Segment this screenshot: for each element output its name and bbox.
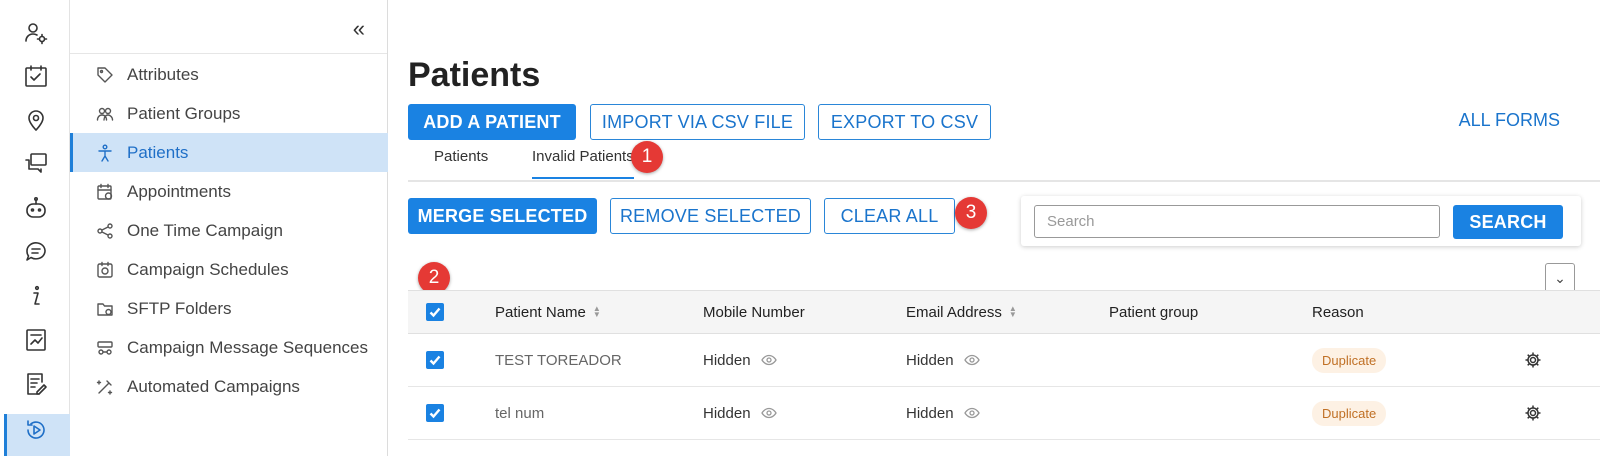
nav-item-label: Patient Groups — [127, 103, 241, 123]
tab-invalid-patients[interactable]: Invalid Patients — [532, 148, 634, 179]
chat-bubbles-icon[interactable] — [21, 149, 51, 179]
nav-item-automated-campaigns[interactable]: Automated Campaigns — [70, 367, 388, 406]
nav-header: « — [70, 0, 387, 54]
report-icon[interactable] — [21, 325, 51, 355]
page-title: Patients — [408, 56, 541, 94]
message-icon[interactable] — [21, 237, 51, 267]
person-icon — [95, 143, 115, 163]
robot-icon[interactable] — [21, 193, 51, 223]
row-checkbox[interactable] — [426, 334, 444, 386]
export-csv-button[interactable]: EXPORT TO CSV — [818, 104, 991, 140]
nav-item-patients[interactable]: Patients — [70, 133, 388, 172]
chevron-down-icon[interactable]: ⌄ — [1545, 263, 1575, 293]
mobile-cell: Hidden — [703, 387, 777, 439]
gear-icon[interactable] — [1524, 334, 1542, 386]
automation-icon — [95, 377, 115, 397]
tab-patients[interactable]: Patients — [434, 148, 488, 177]
nav-item-patient-groups[interactable]: Patient Groups — [70, 94, 388, 133]
table-row: TEST TOREADOR Hidden Hidden Duplicate — [408, 334, 1600, 387]
nav-item-campaign-schedules[interactable]: Campaign Schedules — [70, 250, 388, 289]
callout-badge-1: 1 — [631, 141, 663, 173]
user-settings-icon[interactable] — [21, 18, 51, 48]
patient-name-cell: tel num — [495, 404, 545, 422]
map-pin-icon[interactable] — [21, 105, 51, 135]
info-icon[interactable] — [21, 281, 51, 311]
import-csv-button[interactable]: IMPORT VIA CSV FILE — [590, 104, 805, 140]
collapse-icon[interactable]: « — [353, 16, 365, 42]
email-cell: Hidden — [906, 387, 980, 439]
sequence-icon — [95, 338, 115, 358]
invalid-patients-table: Patient Name ▲ ▼ Mobile Number Email Addr… — [408, 290, 1600, 440]
column-header-patient-group: Patient group — [1109, 303, 1199, 321]
nav-item-label: SFTP Folders — [127, 298, 232, 318]
nav-item-campaign-message-sequences[interactable]: Campaign Message Sequences — [70, 328, 388, 367]
add-patient-button[interactable]: ADD A PATIENT — [408, 104, 576, 140]
column-header-patient-name[interactable]: Patient Name ▲ ▼ — [495, 291, 601, 333]
main-content: Patients ADD A PATIENT IMPORT VIA CSV FI… — [388, 0, 1600, 456]
column-header-mobile-number: Mobile Number — [703, 303, 805, 321]
edit-form-icon[interactable] — [21, 369, 51, 399]
column-header-reason: Reason — [1312, 303, 1364, 321]
sort-icon[interactable]: ▲ ▼ — [593, 305, 601, 319]
search-panel: SEARCH — [1021, 196, 1581, 246]
reason-cell: Duplicate — [1312, 387, 1387, 439]
nav-item-attributes[interactable]: Attributes — [70, 55, 388, 94]
status-badge: Duplicate — [1312, 347, 1387, 373]
email-cell: Hidden — [906, 334, 980, 386]
tabs: Patients Invalid Patients — [408, 140, 1600, 182]
share-icon — [95, 221, 115, 241]
reason-cell: Duplicate — [1312, 334, 1387, 386]
search-button[interactable]: SEARCH — [1453, 205, 1563, 239]
eye-icon[interactable] — [760, 405, 777, 421]
folder-icon — [95, 299, 115, 319]
nav-item-label: Patients — [127, 142, 189, 162]
tag-icon — [95, 65, 115, 85]
nav-item-label: Campaign Message Sequences — [127, 337, 368, 357]
table-row: tel num Hidden Hidden Duplicate — [408, 387, 1600, 440]
merge-selected-button[interactable]: MERGE SELECTED — [408, 198, 597, 234]
row-checkbox[interactable] — [426, 387, 444, 439]
nav-item-one-time-campaign[interactable]: One Time Campaign — [70, 211, 388, 250]
schedule-icon — [95, 260, 115, 280]
nav-item-label: Attributes — [127, 64, 199, 84]
campaign-play-icon[interactable] — [21, 415, 51, 445]
all-forms-link[interactable]: ALL FORMS — [1459, 110, 1560, 131]
clear-all-button[interactable]: CLEAR ALL — [824, 198, 955, 234]
nav-item-label: Appointments — [127, 181, 231, 201]
table-header: Patient Name ▲ ▼ Mobile Number Email Addr… — [408, 290, 1600, 334]
eye-icon[interactable] — [760, 352, 777, 368]
sort-icon[interactable]: ▲ ▼ — [1009, 305, 1017, 319]
rail-active-bar — [4, 414, 7, 456]
secondary-nav: « Attributes Patient Groups Patients App… — [70, 0, 388, 456]
nav-item-label: Automated Campaigns — [127, 376, 300, 396]
callout-badge-3: 3 — [955, 197, 987, 229]
eye-icon[interactable] — [963, 352, 980, 368]
search-input[interactable] — [1034, 205, 1440, 238]
nav-item-label: One Time Campaign — [127, 220, 283, 240]
select-all-checkbox[interactable] — [426, 291, 444, 333]
nav-item-appointments[interactable]: Appointments — [70, 172, 388, 211]
calendar-icon — [95, 182, 115, 202]
calendar-check-icon[interactable] — [21, 61, 51, 91]
mobile-cell: Hidden — [703, 334, 777, 386]
nav-item-sftp-folders[interactable]: SFTP Folders — [70, 289, 388, 328]
eye-icon[interactable] — [963, 405, 980, 421]
remove-selected-button[interactable]: REMOVE SELECTED — [610, 198, 811, 234]
gear-icon[interactable] — [1524, 387, 1542, 439]
status-badge: Duplicate — [1312, 400, 1387, 426]
icon-rail — [0, 0, 70, 456]
nav-item-label: Campaign Schedules — [127, 259, 289, 279]
group-icon — [95, 104, 115, 124]
column-header-email-address[interactable]: Email Address ▲ ▼ — [906, 291, 1017, 333]
patient-name-cell: TEST TOREADOR — [495, 351, 622, 369]
